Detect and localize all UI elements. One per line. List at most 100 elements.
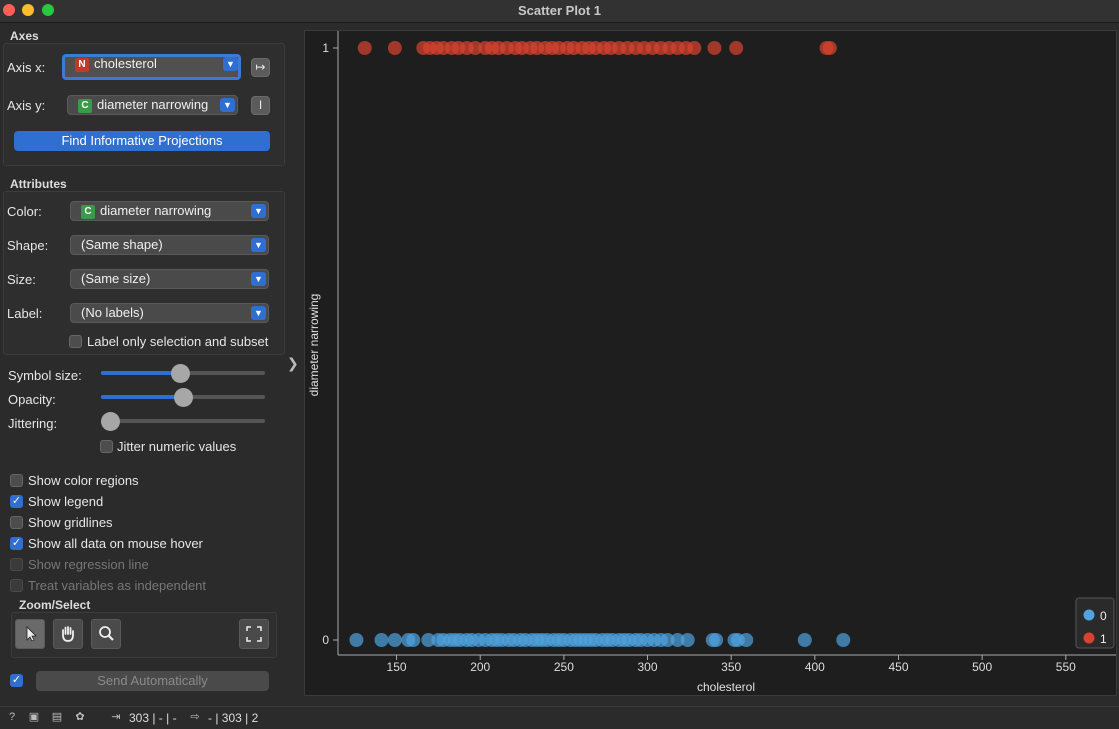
magnifier-icon: [99, 626, 114, 641]
show-regression-line-checkbox: [10, 558, 23, 571]
show-all-data-hover-checkbox[interactable]: ✓: [10, 537, 23, 550]
x-tick-label: 300: [638, 660, 658, 674]
label-only-selection-checkbox[interactable]: [69, 335, 82, 348]
data-point-class-0[interactable]: [680, 633, 695, 647]
show-legend-label: Show legend: [28, 494, 104, 509]
window-title: Scatter Plot 1: [517, 3, 602, 18]
swap-axes-x-button[interactable]: ↦: [251, 58, 270, 77]
x-axis-title: cholesterol: [697, 680, 755, 694]
input-icon: ⇥: [111, 711, 121, 723]
axis-y-value: diameter narrowing: [97, 97, 209, 112]
help-icon[interactable]: ?: [6, 711, 18, 723]
opacity-label: Opacity:: [8, 392, 56, 407]
swap-axes-y-button[interactable]: I: [251, 96, 270, 115]
show-legend-checkbox[interactable]: ✓: [10, 495, 23, 508]
show-gridlines-label: Show gridlines: [28, 515, 113, 530]
output-icon: ⇨: [190, 711, 200, 723]
show-gridlines-checkbox[interactable]: [10, 516, 23, 529]
pointer-icon: [26, 626, 37, 642]
data-point-class-0[interactable]: [797, 633, 812, 647]
chevron-down-icon: ▼: [223, 57, 238, 71]
data-point-class-1[interactable]: [357, 41, 372, 55]
legend-box: [1075, 597, 1115, 649]
data-point-class-1[interactable]: [729, 41, 744, 55]
scatter-plot-canvas[interactable]: 150 200 250 300 350 400 450 500 550 0 1 cholestero…: [304, 30, 1117, 696]
x-tick-label: 550: [1056, 660, 1076, 674]
label-label: Label:: [7, 306, 43, 321]
data-point-class-1[interactable]: [707, 41, 722, 55]
data-point-class-0[interactable]: [387, 633, 402, 647]
label-only-selection-label: Label only selection and subset: [87, 334, 269, 349]
jittering-slider-handle[interactable]: [101, 412, 120, 431]
chevron-down-icon: ▼: [251, 306, 266, 320]
data-point-class-1[interactable]: [687, 41, 702, 55]
numeric-variable-icon: N: [75, 58, 89, 72]
axis-x-value: cholesterol: [94, 56, 157, 71]
treat-variables-independent-label: Treat variables as independent: [28, 578, 207, 593]
x-tick-label: 200: [470, 660, 490, 674]
axis-x-label: Axis x:: [7, 60, 46, 75]
x-tick-label: 350: [721, 660, 741, 674]
axis-ticks: 150 200 250 300 350 400 450 500 550 0 1: [322, 41, 1076, 674]
report-icon[interactable]: ▤: [51, 711, 63, 723]
y-tick-label: 1: [322, 41, 329, 55]
label-combo[interactable]: (No labels) ▼: [70, 303, 269, 323]
pan-tool-button[interactable]: [53, 619, 83, 649]
categorical-variable-icon: C: [78, 99, 92, 113]
legend-marker-1: [1083, 632, 1095, 644]
data-point-class-0[interactable]: [836, 633, 851, 647]
chevron-right-icon[interactable]: ❯: [287, 355, 299, 372]
data-point-class-0[interactable]: [374, 633, 389, 647]
legend-label-1: 1: [1100, 632, 1107, 646]
size-combo[interactable]: (Same size) ▼: [70, 269, 269, 289]
axis-x-combo[interactable]: Ncholesterol ▼: [62, 54, 241, 80]
send-automatically-checkbox[interactable]: ✓: [10, 674, 23, 687]
show-regression-line-label: Show regression line: [28, 557, 149, 572]
hand-icon: [62, 626, 74, 642]
size-label: Size:: [7, 272, 36, 287]
axes-group-title: Axes: [10, 29, 39, 43]
send-automatically-button[interactable]: Send Automatically: [36, 671, 269, 691]
categorical-variable-icon: C: [81, 205, 95, 219]
symbol-size-label: Symbol size:: [8, 368, 82, 383]
data-point-class-0[interactable]: [349, 633, 364, 647]
select-tool-button[interactable]: [15, 619, 45, 649]
y-tick-label: 0: [322, 633, 329, 647]
data-point-class-0[interactable]: [406, 633, 421, 647]
opacity-slider-handle[interactable]: [173, 388, 193, 407]
color-label: Color:: [7, 204, 42, 219]
treat-variables-independent-checkbox: [10, 579, 23, 592]
jittering-label: Jittering:: [8, 416, 58, 431]
x-tick-label: 150: [387, 660, 407, 674]
data-point-class-1[interactable]: [387, 41, 402, 55]
data-point-class-0[interactable]: [739, 633, 754, 647]
show-color-regions-label: Show color regions: [28, 473, 139, 488]
show-color-regions-checkbox[interactable]: [10, 474, 23, 487]
label-value: (No labels): [81, 305, 144, 320]
x-tick-label: 500: [972, 660, 992, 674]
save-icon[interactable]: ▣: [28, 711, 40, 723]
data-point-class-0[interactable]: [709, 633, 724, 647]
scatter-points: [349, 41, 851, 647]
axis-y-combo[interactable]: Cdiameter narrowing ▼: [67, 95, 238, 115]
show-all-data-hover-label: Show all data on mouse hover: [28, 536, 203, 551]
jitter-numeric-label: Jitter numeric values: [117, 439, 237, 454]
chevron-down-icon: ▼: [251, 272, 266, 286]
chevron-down-icon: ▼: [251, 204, 266, 218]
color-combo[interactable]: Cdiameter narrowing ▼: [70, 201, 269, 221]
zoom-tool-button[interactable]: [91, 619, 121, 649]
reset-zoom-button[interactable]: [239, 619, 269, 649]
opacity-fill: [101, 395, 183, 399]
size-value: (Same size): [81, 271, 151, 286]
shape-combo[interactable]: (Same shape) ▼: [70, 235, 269, 255]
jitter-numeric-checkbox[interactable]: [100, 440, 113, 453]
input-summary: 303 | - | -: [129, 711, 177, 725]
axis-y-label: Axis y:: [7, 98, 46, 113]
symbol-size-slider-handle[interactable]: [170, 364, 190, 383]
shape-value: (Same shape): [81, 237, 163, 252]
snail-icon[interactable]: ✿: [74, 711, 86, 723]
jittering-track[interactable]: [101, 419, 265, 423]
scatter-plot-svg[interactable]: 150 200 250 300 350 400 450 500 550 0 1 cholestero…: [305, 31, 1116, 695]
data-point-class-1[interactable]: [822, 41, 837, 55]
find-informative-projections-button[interactable]: Find Informative Projections: [14, 131, 270, 151]
